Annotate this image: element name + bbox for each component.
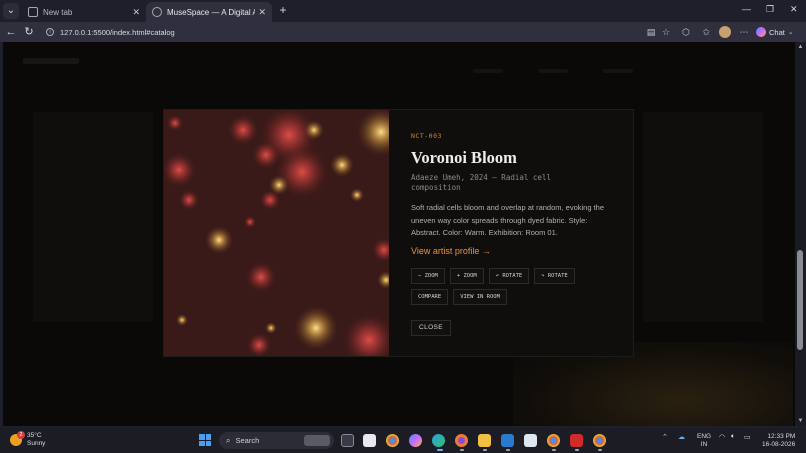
artwork-description: Soft radial cells bloom and overlap at r… bbox=[411, 203, 605, 237]
chrome-second-profile-icon[interactable] bbox=[593, 434, 606, 447]
rotate-right-button[interactable]: ↷ ROTATE bbox=[534, 267, 575, 284]
new-tab-button[interactable]: + bbox=[276, 3, 290, 17]
restore-button[interactable]: ❐ bbox=[766, 4, 774, 15]
artwork-title: Voronoi Bloom bbox=[411, 148, 517, 167]
wifi-icon[interactable]: ◠ bbox=[719, 433, 725, 441]
site-info-icon[interactable]: i bbox=[46, 28, 54, 36]
notepad-icon[interactable] bbox=[524, 434, 537, 447]
compare-button[interactable]: COMPARE bbox=[411, 288, 449, 305]
chevron-down-icon: ⌄ bbox=[787, 29, 794, 36]
scroll-thumb[interactable] bbox=[797, 250, 803, 350]
tab-search-icon[interactable]: ⌄ bbox=[3, 3, 19, 19]
dimmed-nav-item bbox=[538, 69, 568, 73]
tab-title: MuseSpace — A Digital Art Gallery bbox=[167, 7, 256, 17]
tab-close-icon[interactable]: ✕ bbox=[258, 7, 266, 18]
sun-icon: 2 bbox=[10, 431, 25, 446]
copilot-app-icon[interactable] bbox=[409, 434, 422, 447]
more-menu-icon[interactable]: ⋯ bbox=[739, 27, 749, 37]
browser-toolbar: ← ↻ i 127.0.0.1:5500/index.html#catalog … bbox=[0, 22, 806, 42]
volume-icon[interactable]: 🔈︎ bbox=[731, 433, 735, 441]
close-window-button[interactable]: ✕ bbox=[790, 4, 798, 15]
artwork-details: NCT-003 Voronoi Bloom Adaeze Umeh, 2024 … bbox=[389, 110, 633, 356]
system-clock[interactable]: 12:33 PM 16-08-2026 bbox=[762, 433, 795, 449]
chrome-running-indicator bbox=[552, 449, 556, 451]
windows-taskbar: 2 35°C Sunny ⌕ Search ⌃ ☁ ENG IN ◠ 🔈︎ ▭ … bbox=[0, 428, 806, 453]
clock-time: 12:33 PM bbox=[767, 433, 796, 440]
search-highlight-image bbox=[304, 435, 330, 446]
rotate-left-button[interactable]: ↶ ROTATE bbox=[488, 267, 530, 284]
artwork-modal: NCT-003 Voronoi Bloom Adaeze Umeh, 2024 … bbox=[163, 109, 634, 357]
file-explorer-icon[interactable] bbox=[478, 434, 491, 447]
language-code: ENG bbox=[697, 433, 712, 440]
dimmed-logo bbox=[23, 58, 79, 64]
artwork-code: NCT-003 bbox=[411, 132, 442, 140]
weather-description: Sunny bbox=[27, 440, 46, 447]
acrobat-running-indicator bbox=[575, 449, 579, 451]
dimmed-nav-item bbox=[473, 69, 503, 73]
chrome-profile-icon[interactable] bbox=[547, 434, 560, 447]
reading-mode-icon[interactable]: ▤ bbox=[646, 27, 656, 37]
view-in-room-button[interactable]: VIEW IN ROOM bbox=[453, 288, 507, 305]
page-scrollbar[interactable]: ▲ ▼ bbox=[795, 42, 806, 426]
tab-close-icon[interactable]: ✕ bbox=[132, 7, 140, 18]
chrome-icon[interactable] bbox=[386, 434, 399, 447]
clock-date: 16-08-2026 bbox=[762, 441, 796, 448]
artwork-image bbox=[164, 110, 389, 356]
artwork-controls: − ZOOM + ZOOM ↶ ROTATE ↷ ROTATE COMPARE … bbox=[411, 267, 611, 305]
new-tab-favicon-icon bbox=[28, 7, 38, 17]
scroll-up-icon[interactable]: ▲ bbox=[797, 44, 804, 50]
artwork-byline: Adaeze Umeh, 2024 — Radial cell composit… bbox=[411, 173, 551, 192]
address-bar[interactable]: i 127.0.0.1:5500/index.html#catalog bbox=[40, 24, 640, 40]
dimmed-card bbox=[643, 112, 763, 322]
search-icon: ⌕ bbox=[226, 435, 231, 445]
view-artist-profile-link[interactable]: View artist profile → bbox=[411, 246, 491, 256]
zoom-out-button[interactable]: − ZOOM bbox=[411, 267, 445, 284]
region-code: IN bbox=[700, 441, 708, 448]
minimize-button[interactable]: — bbox=[742, 4, 751, 14]
weather-temperature: 35°C bbox=[27, 432, 42, 439]
firefox-icon[interactable] bbox=[455, 434, 468, 447]
firefox-running-indicator bbox=[460, 449, 464, 451]
tab-title: New tab bbox=[43, 7, 73, 17]
back-icon[interactable]: ← bbox=[4, 25, 18, 39]
copilot-icon bbox=[756, 27, 766, 37]
language-indicator[interactable]: ENG IN bbox=[697, 433, 711, 449]
favorites-icon[interactable]: ✩ bbox=[701, 27, 711, 37]
store-icon[interactable] bbox=[363, 434, 376, 447]
reload-icon[interactable]: ↻ bbox=[22, 25, 36, 39]
profile-avatar[interactable] bbox=[719, 26, 731, 38]
edge-icon[interactable] bbox=[432, 434, 445, 447]
close-modal-button[interactable]: CLOSE bbox=[411, 319, 451, 336]
copilot-chat-button[interactable]: Chat ⌄ bbox=[756, 25, 794, 39]
acrobat-icon[interactable] bbox=[570, 434, 583, 447]
extensions-icon[interactable]: ⬡ bbox=[681, 27, 691, 37]
explorer-running-indicator bbox=[483, 449, 487, 451]
notification-badge: 2 bbox=[17, 431, 25, 439]
vscode-running-indicator bbox=[506, 449, 510, 451]
task-view-icon[interactable] bbox=[341, 434, 354, 447]
edge-active-indicator bbox=[437, 449, 443, 451]
search-label: Search bbox=[235, 436, 260, 445]
cloud-icon[interactable]: ☁ bbox=[678, 433, 685, 441]
weather-widget[interactable]: 2 35°C Sunny bbox=[10, 431, 46, 448]
taskbar-search[interactable]: ⌕ Search bbox=[219, 432, 334, 449]
globe-icon bbox=[152, 7, 162, 17]
battery-icon[interactable]: ▭ bbox=[744, 433, 751, 441]
chrome-second-running-indicator bbox=[598, 449, 602, 451]
zoom-in-button[interactable]: + ZOOM bbox=[449, 267, 484, 284]
favorite-star-icon[interactable]: ☆ bbox=[661, 27, 671, 37]
tab-new-tab[interactable]: New tab ✕ bbox=[22, 2, 146, 22]
tab-musespace[interactable]: MuseSpace — A Digital Art Gallery ✕ bbox=[146, 2, 272, 22]
page-viewport: NCT-003 Voronoi Bloom Adaeze Umeh, 2024 … bbox=[3, 42, 795, 426]
scroll-down-icon[interactable]: ▼ bbox=[797, 418, 804, 424]
windows-start-icon[interactable] bbox=[199, 434, 211, 446]
vscode-icon[interactable] bbox=[501, 434, 514, 447]
url-text: 127.0.0.1:5500/index.html#catalog bbox=[60, 27, 175, 37]
chat-label: Chat bbox=[769, 27, 785, 37]
dimmed-nav-item bbox=[603, 69, 633, 73]
show-hidden-icons-chevron-icon[interactable]: ⌃ bbox=[662, 433, 668, 441]
browser-tab-bar: ⌄ New tab ✕ MuseSpace — A Digital Art Ga… bbox=[0, 0, 806, 22]
dimmed-card bbox=[33, 112, 153, 322]
